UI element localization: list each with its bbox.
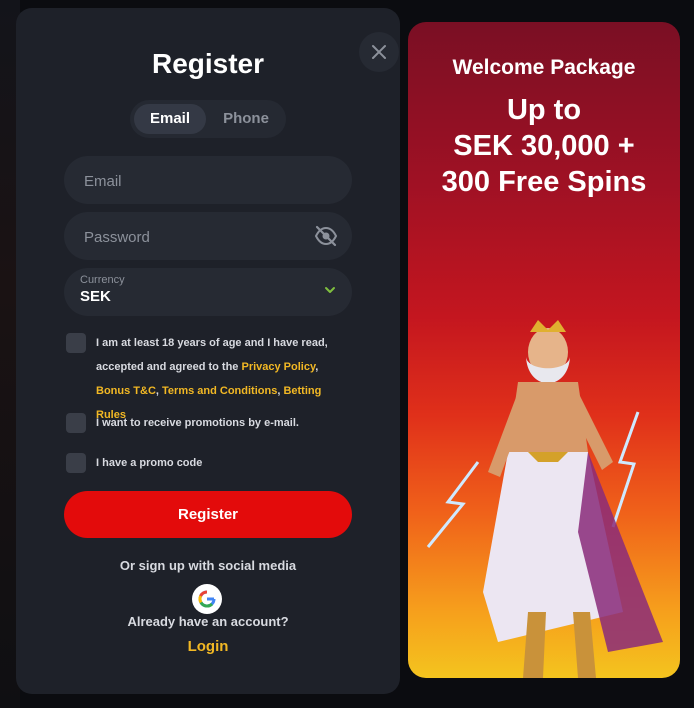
zeus-hero-illustration xyxy=(426,320,663,678)
social-signup-text: Or sign up with social media xyxy=(119,558,297,573)
currency-label: Currency xyxy=(80,274,125,286)
promo-heading: Welcome Package xyxy=(452,56,636,79)
google-signup-button[interactable] xyxy=(192,584,222,614)
currency-value: SEK xyxy=(80,288,111,305)
email-field-wrapper xyxy=(64,156,352,206)
currency-select[interactable]: Currency SEK xyxy=(64,268,352,316)
auth-method-tabs: Email Phone xyxy=(130,100,286,138)
already-account-text: Already have an account? xyxy=(127,614,289,629)
google-icon xyxy=(198,590,216,608)
email-field[interactable] xyxy=(82,156,306,206)
promo-code-label: I have a promo code xyxy=(96,457,203,469)
privacy-policy-link[interactable]: Privacy Policy xyxy=(241,361,315,373)
password-field[interactable] xyxy=(82,212,306,262)
promo-amount-line1: Up to xyxy=(506,94,582,126)
age-consent-checkbox[interactable] xyxy=(66,333,86,353)
promotions-checkbox[interactable] xyxy=(66,413,86,433)
promo-amount: Up to SEK 30,000 + 300 Free Spins xyxy=(408,92,680,200)
tab-email[interactable]: Email xyxy=(134,104,206,134)
login-link[interactable]: Login xyxy=(0,638,416,655)
terms-link[interactable]: Terms and Conditions xyxy=(162,385,277,397)
chevron-down-icon xyxy=(325,287,335,293)
promo-amount-line2: SEK 30,000 + xyxy=(453,130,635,162)
promo-code-checkbox[interactable] xyxy=(66,453,86,473)
promo-amount-line3: 300 Free Spins xyxy=(441,166,647,198)
password-field-wrapper xyxy=(64,212,352,262)
register-button[interactable]: Register xyxy=(64,491,352,538)
welcome-promo-banner: Welcome Package Up to SEK 30,000 + 300 F… xyxy=(408,22,680,678)
modal-title: Register xyxy=(151,48,265,79)
eye-slash-icon[interactable] xyxy=(314,225,338,247)
promotions-label: I want to receive promotions by e-mail. xyxy=(96,417,299,429)
age-consent-sep: , xyxy=(315,361,319,373)
tab-phone[interactable]: Phone xyxy=(210,104,282,134)
bonus-tc-link[interactable]: Bonus T&C xyxy=(96,385,156,397)
